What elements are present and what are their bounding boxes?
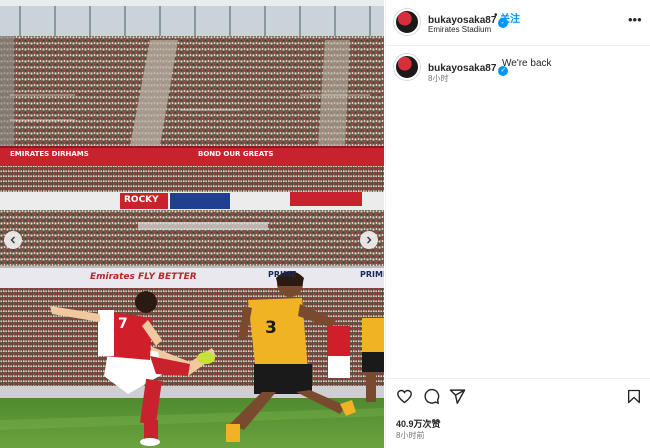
chevron-right-icon — [367, 236, 372, 244]
more-options-button[interactable]: ••• — [628, 13, 642, 26]
caption-avatar[interactable] — [394, 54, 420, 80]
ad-board-text-upper-left: EMIRATES DIRHAMS — [10, 150, 89, 158]
bookmark-icon — [628, 389, 640, 404]
comment-icon — [424, 388, 440, 404]
separator-dot: • — [494, 10, 498, 21]
like-count[interactable]: 40.9万次赞 — [396, 417, 441, 430]
post-header: bukayosaka87 ✓ • 关注 Emirates Stadium ••• — [386, 0, 650, 46]
share-button[interactable] — [449, 388, 466, 410]
ad-board-text-lower-banner: Emirates FLY BETTER — [90, 272, 197, 282]
carousel-prev-button[interactable] — [4, 231, 22, 249]
ad-board-text-lower-right-1: PRIME — [268, 270, 297, 279]
post-photo: EMIRATES DIRHAMS BOND OUR GREATS ROCKY E… — [0, 0, 384, 448]
avatar[interactable] — [394, 9, 420, 35]
post-timestamp: 8小时前 — [396, 431, 425, 440]
comment-button[interactable] — [423, 388, 440, 410]
caption-timestamp: 8小时 — [428, 74, 449, 83]
ad-board-text-lower-right-2: PRIME — [360, 270, 384, 279]
chevron-left-icon — [10, 236, 15, 244]
location-link[interactable]: Emirates Stadium — [428, 25, 491, 34]
like-button[interactable] — [396, 388, 413, 410]
ad-board-text-upper-mid: BOND OUR GREATS — [198, 150, 274, 158]
action-bar: 40.9万次赞 8小时前 — [386, 378, 650, 448]
carousel-next-button[interactable] — [360, 231, 378, 249]
stadium-scene — [0, 0, 384, 448]
share-icon — [449, 389, 466, 404]
caption-text: We're back — [502, 58, 552, 69]
post-side-panel: bukayosaka87 ✓ • 关注 Emirates Stadium ••• … — [385, 0, 650, 448]
arsenal-shirt-number: 7 — [118, 316, 128, 332]
save-button[interactable] — [626, 388, 642, 410]
wolves-shirt-number: 3 — [265, 318, 277, 338]
heart-icon — [397, 389, 412, 404]
ad-board-text-mid-right: ROCKY — [124, 195, 159, 205]
follow-button[interactable]: 关注 — [500, 10, 520, 25]
